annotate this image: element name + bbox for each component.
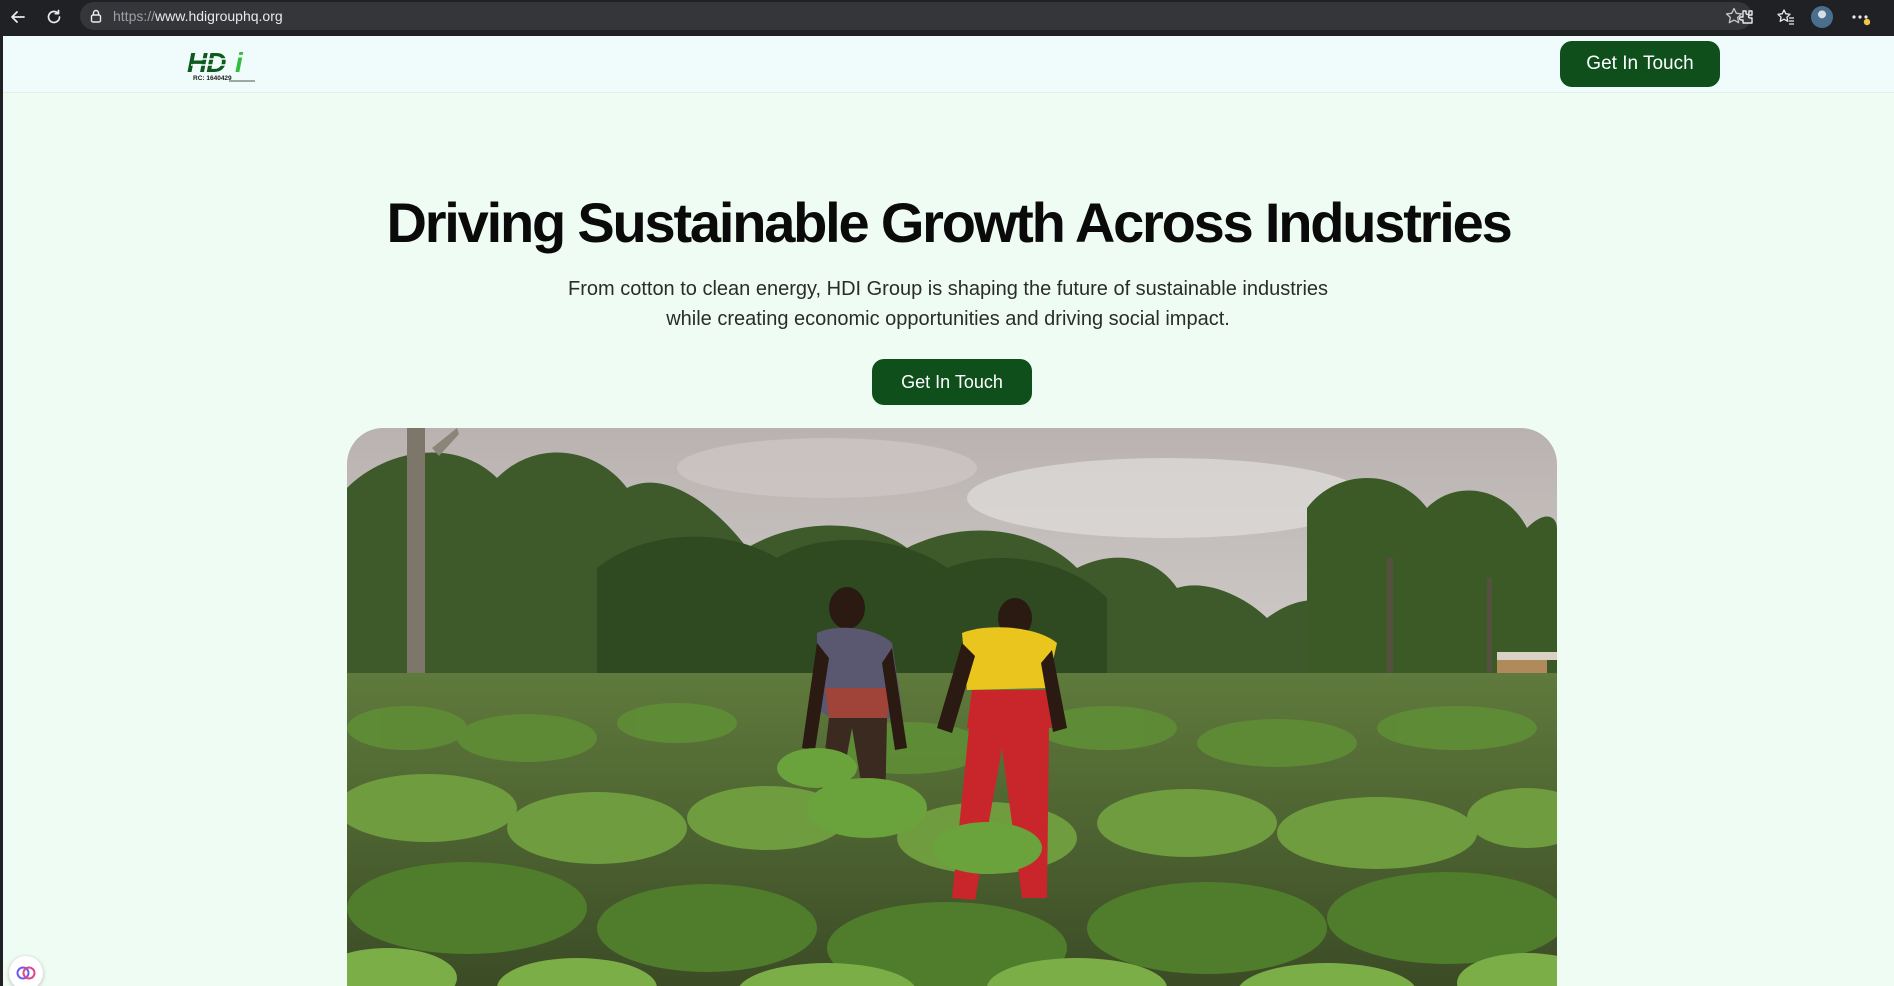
svg-text:RC: 1640429: RC: 1640429 [193,75,232,82]
hero-get-in-touch-button[interactable]: Get In Touch [872,359,1032,405]
hdi-logo[interactable]: HD i RC: 1640429 [185,46,257,84]
hero-title: Driving Sustainable Growth Across Indust… [386,191,1512,254]
browser-toolbar: https://www.hdigrouphq.org [0,0,1894,35]
reload-icon[interactable] [42,5,66,29]
profile-avatar[interactable] [1810,5,1834,29]
back-arrow-icon[interactable] [6,5,30,29]
hero-image [347,428,1557,986]
site-header: HD i RC: 1640429 Get In Touch [3,36,1894,93]
svg-text:HD: HD [187,47,226,78]
url-host: www.hdigrouphq.org [155,8,283,24]
header-get-in-touch-button[interactable]: Get In Touch [1560,41,1720,87]
address-bar[interactable]: https://www.hdigrouphq.org [80,2,1752,30]
lock-icon[interactable] [88,8,104,24]
url-text: https://www.hdigrouphq.org [113,8,283,24]
more-menu-icon[interactable] [1848,5,1872,29]
extensions-icon[interactable] [1734,5,1758,29]
assistant-widget-icon[interactable] [9,956,43,986]
page-viewport: HD i RC: 1640429 Get In Touch Driving Su… [3,36,1894,986]
favorites-icon[interactable] [1774,5,1798,29]
svg-text:i: i [235,47,244,78]
hero-subtitle: From cotton to clean energy, HDI Group i… [567,278,1329,330]
url-scheme: https:// [113,8,156,24]
